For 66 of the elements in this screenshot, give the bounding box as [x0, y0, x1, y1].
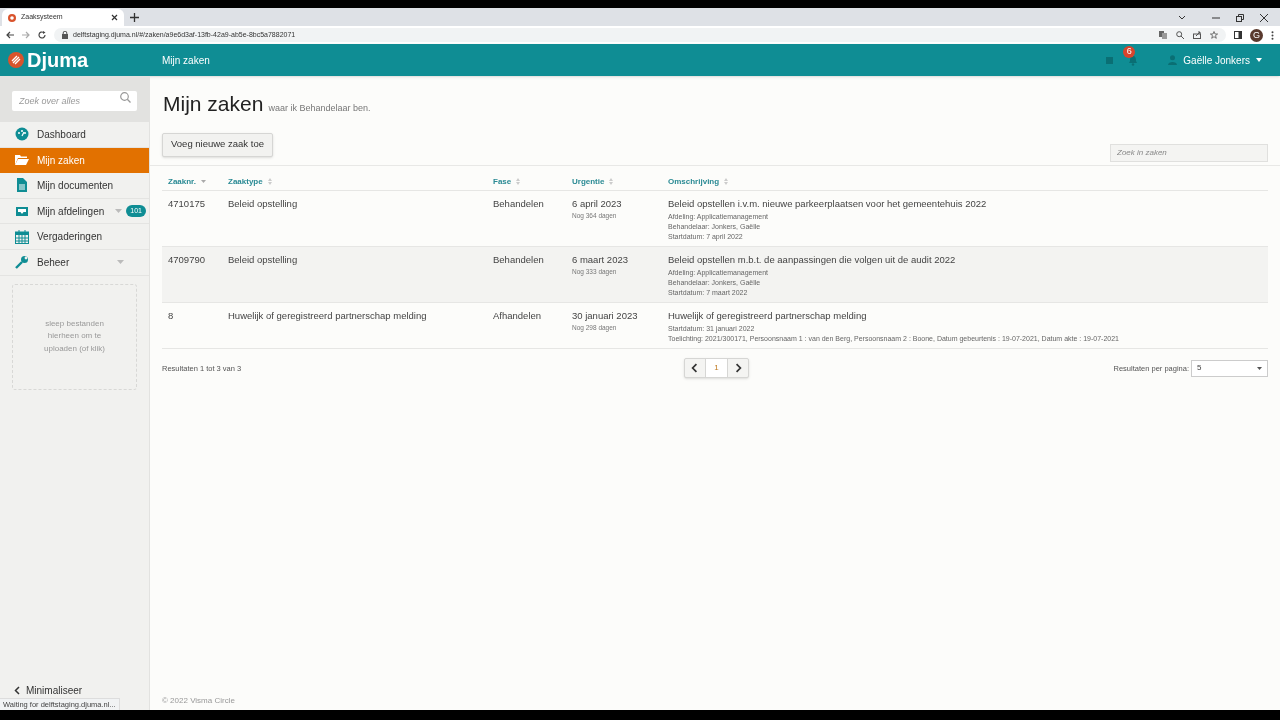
header-title: Mijn zaken: [162, 53, 210, 68]
folder-icon: [15, 153, 29, 168]
page-subtitle: waar ik Behandelaar ben.: [268, 102, 371, 115]
chevron-left-icon: [14, 686, 20, 695]
search-field[interactable]: Zoek in zaken: [1110, 143, 1268, 162]
zoom-icon[interactable]: [1176, 31, 1184, 39]
sidebar-item[interactable]: Vergaderingen: [0, 224, 149, 250]
share-icon[interactable]: [1193, 31, 1201, 39]
inbox-icon: [15, 204, 29, 219]
column-header[interactable]: Urgentie: [566, 175, 662, 188]
lock-icon: [62, 31, 68, 39]
logo-text: Djuma: [27, 50, 89, 70]
logo-icon: [8, 52, 24, 68]
per-page-select[interactable]: 5: [1191, 359, 1268, 377]
new-tab-icon[interactable]: [130, 13, 139, 22]
table-cell-text: Afhandelen: [492, 309, 543, 323]
sidebar-item[interactable]: Beheer: [0, 249, 149, 276]
copyright-text: © 2022 Visma Circle: [162, 695, 235, 707]
sidebar-item[interactable]: Mijn documenten: [0, 173, 149, 199]
notification-badge: 6: [1123, 45, 1136, 58]
profile-avatar[interactable]: G: [1250, 28, 1263, 42]
user-menu[interactable]: Gaëlle Jonkers: [1168, 52, 1262, 68]
reload-icon[interactable]: [38, 31, 46, 39]
chevron-down-icon[interactable]: [1178, 15, 1186, 21]
search-field[interactable]: Zoek over alles: [12, 91, 137, 111]
close-icon[interactable]: [111, 14, 118, 21]
case-description: Huwelijk of geregistreerd partnerschap melding: [668, 309, 868, 323]
page-number[interactable]: 1: [706, 359, 727, 378]
close-icon[interactable]: [1260, 14, 1268, 22]
gauge-icon: [15, 127, 29, 142]
due-date: 6 maart 2023: [572, 252, 629, 267]
due-date: 30 januari 2023: [572, 309, 639, 323]
table-cell-text: Behandelen: [492, 252, 545, 267]
calendar-icon: [15, 229, 29, 244]
column-header[interactable]: Omschrijving: [662, 175, 1268, 188]
back-icon[interactable]: [6, 31, 14, 39]
minimize-icon[interactable]: [1212, 14, 1220, 22]
restore-icon[interactable]: [1236, 14, 1244, 22]
sidebar-item[interactable]: Dashboard: [0, 122, 149, 148]
column-header[interactable]: Zaaktype: [222, 175, 487, 188]
minimize-button[interactable]: Minimaliseer: [14, 683, 83, 698]
document-icon: [15, 178, 29, 193]
caret-icon: [1256, 58, 1262, 62]
user-icon: [1168, 55, 1178, 65]
case-description: Beleid opstellen i.v.m. nieuwe parkeerplaatsen voor het gemeentehuis 2022: [668, 196, 988, 211]
translate-icon[interactable]: [1159, 31, 1167, 39]
table-cell-text: Huwelijk of geregistreerd partnerschap melding: [227, 309, 428, 323]
table-cell-text: Beleid opstelling: [227, 252, 299, 267]
star-icon[interactable]: [1210, 31, 1218, 39]
column-header[interactable]: Fase: [487, 175, 566, 188]
more-icon[interactable]: [1271, 30, 1274, 40]
site-icon: [8, 13, 16, 22]
due-date: 6 april 2023: [572, 196, 623, 211]
table-cell-text: 4710175: [167, 196, 206, 211]
caret-icon: [1257, 366, 1262, 370]
case-description: Beleid opstellen m.b.t. de aanpassingen die volgen uit de audit 2022: [668, 252, 957, 267]
search-icon: [120, 91, 131, 103]
wrench-icon: [15, 255, 29, 270]
table-cell-text: 4709790: [167, 252, 206, 267]
side-panel-icon[interactable]: [1234, 31, 1242, 39]
table-cell-text: 8: [167, 309, 175, 323]
column-header[interactable]: Zaaknr.: [162, 175, 222, 188]
table-cell-text: Beleid opstelling: [227, 196, 299, 211]
table-cell-text: Behandelen: [492, 196, 545, 211]
add-case-button[interactable]: Voeg nieuwe zaak toe: [162, 132, 273, 157]
page-title: Mijn zaken: [163, 91, 264, 117]
